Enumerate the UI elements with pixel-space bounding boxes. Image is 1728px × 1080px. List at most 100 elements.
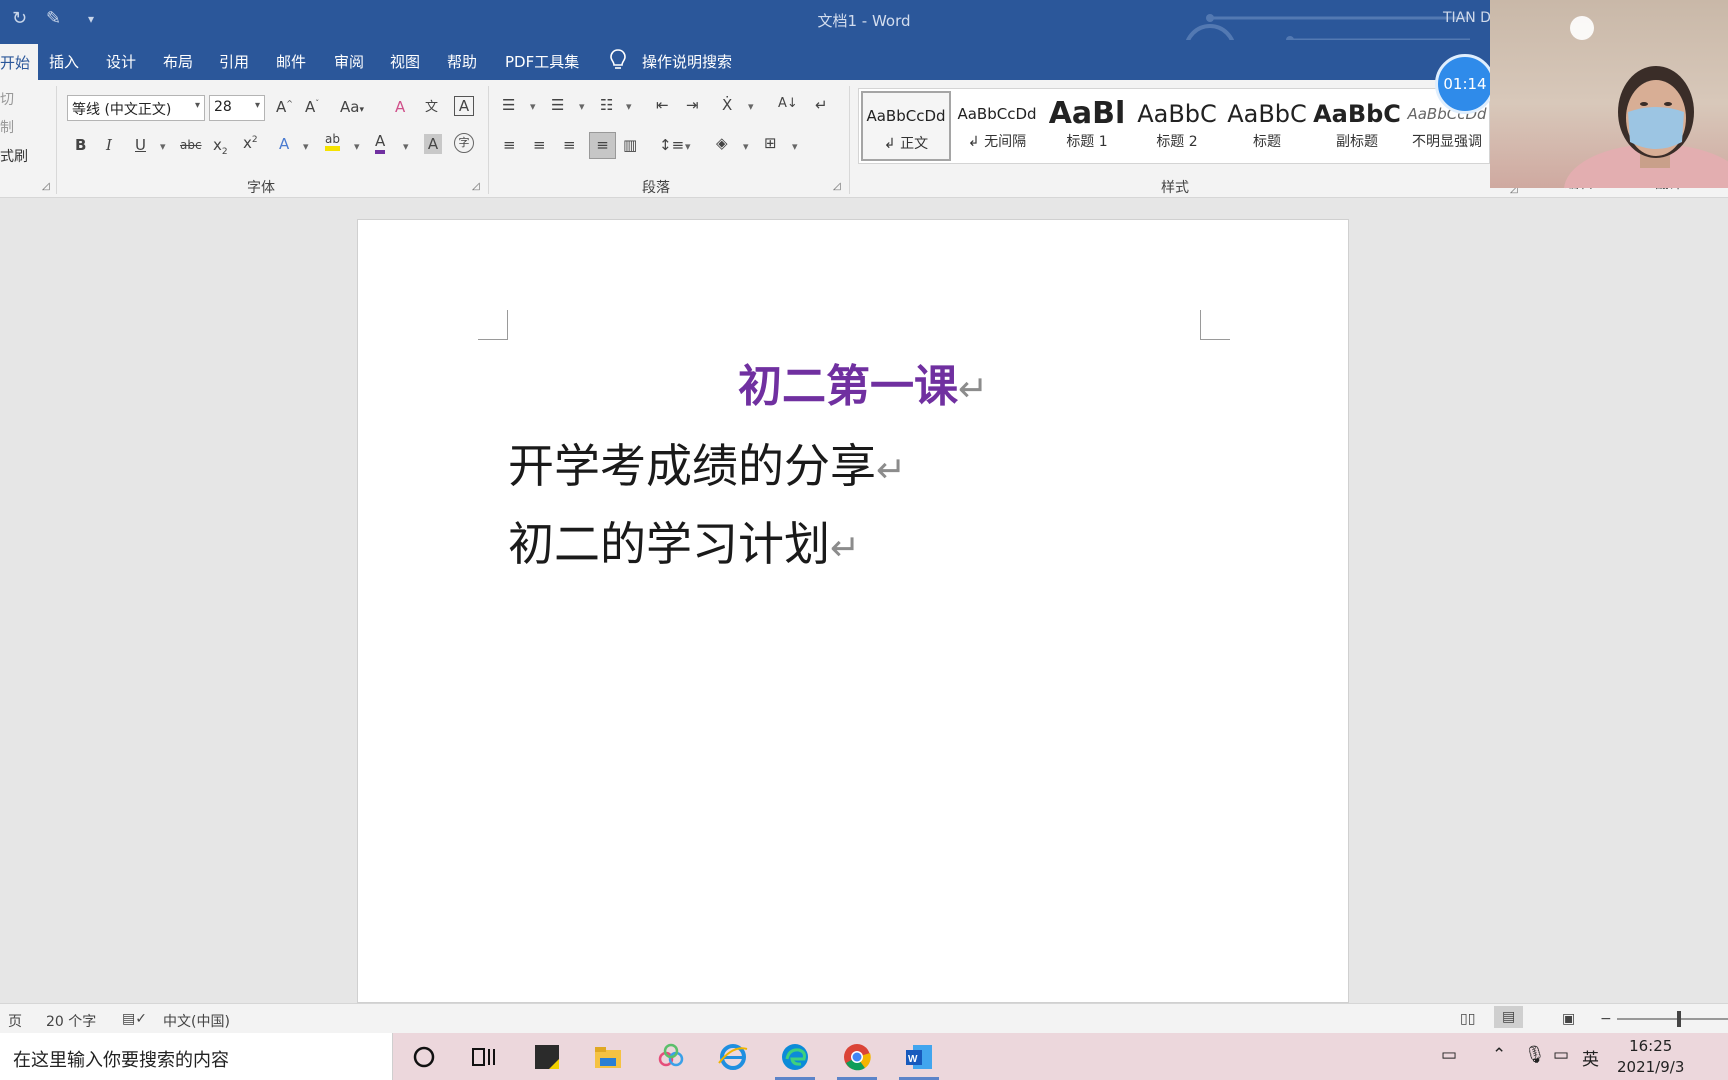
chevron-down-icon[interactable]: ▾ <box>685 140 691 153</box>
chrome-icon[interactable] <box>841 1041 873 1073</box>
clear-formatting-icon[interactable]: A <box>395 98 405 116</box>
taskbar-search[interactable]: 在这里输入你要搜索的内容 <box>0 1033 393 1080</box>
multilevel-list-icon[interactable]: ☷ <box>600 96 613 114</box>
font-color-icon[interactable]: A <box>375 132 386 154</box>
grow-font-icon[interactable]: A^ <box>276 98 293 116</box>
strikethrough-icon[interactable]: abc <box>180 138 202 152</box>
style-heading-2[interactable]: AaBbC 标题 2 <box>1132 91 1222 161</box>
system-clock[interactable]: 16:25 2021/9/3 <box>1617 1036 1684 1078</box>
zoom-out-icon[interactable]: − <box>1600 1011 1612 1027</box>
battery-icon[interactable]: ▭ <box>1553 1045 1569 1065</box>
font-name-dropdown[interactable]: 等线 (中文正文) ▾ <box>67 95 205 121</box>
italic-icon[interactable]: I <box>106 136 112 154</box>
chevron-down-icon[interactable]: ▾ <box>748 100 754 113</box>
font-launcher-icon[interactable]: ◿ <box>472 181 480 192</box>
cut-button[interactable]: 剪切 <box>0 89 14 109</box>
chevron-down-icon[interactable]: ▾ <box>743 140 749 153</box>
print-layout-icon[interactable]: ▤ <box>1494 1006 1524 1028</box>
ime-indicator[interactable]: 英 <box>1582 1045 1599 1070</box>
align-right-icon[interactable]: ≡ <box>563 136 576 154</box>
chevron-down-icon[interactable]: ▾ <box>579 100 585 113</box>
tab-view[interactable]: 视图 <box>390 51 420 72</box>
bold-icon[interactable]: B <box>75 136 86 154</box>
tab-layout[interactable]: 布局 <box>163 51 193 72</box>
sort-icon[interactable]: A↓ <box>778 96 798 111</box>
style-no-spacing[interactable]: AaBbCcDd ↲ 无间隔 <box>952 91 1042 161</box>
superscript-icon[interactable]: x2 <box>243 134 258 152</box>
increase-indent-icon[interactable]: ⇥ <box>686 96 699 114</box>
character-border-icon[interactable]: A <box>454 96 474 116</box>
document-heading[interactable]: 初二第一课↵ <box>738 350 988 414</box>
underline-icon[interactable]: U <box>135 136 146 154</box>
chevron-down-icon[interactable]: ▾ <box>303 140 309 153</box>
style-heading-1[interactable]: AaBl 标题 1 <box>1042 91 1132 161</box>
text-effects-icon[interactable]: A <box>279 135 289 153</box>
line-spacing-icon[interactable]: ↕≡ <box>659 136 684 154</box>
shrink-font-icon[interactable]: Aˇ <box>305 98 319 116</box>
chevron-down-icon[interactable]: ▾ <box>530 100 536 113</box>
microphone-icon[interactable]: 🎙 <box>1524 1045 1546 1065</box>
copy-button[interactable]: 复制 <box>0 117 14 137</box>
paragraph-launcher-icon[interactable]: ◿ <box>833 181 841 192</box>
user-name[interactable]: TIAN D <box>1443 10 1491 26</box>
style-normal[interactable]: AaBbCcDd ↲ 正文 <box>861 91 951 161</box>
bullets-icon[interactable]: ☰ <box>502 96 515 114</box>
word-count[interactable]: 20 个字 <box>46 1011 96 1031</box>
tell-me-search[interactable]: 操作说明搜索 <box>642 51 732 72</box>
align-left-icon[interactable]: ≡ <box>503 136 516 154</box>
zoom-slider-thumb[interactable] <box>1677 1011 1681 1027</box>
change-case-icon[interactable]: Aa▾ <box>340 98 364 116</box>
show-hide-marks-icon[interactable]: ↵ <box>815 96 828 114</box>
font-size-dropdown[interactable]: 28 ▾ <box>209 95 265 121</box>
tab-review[interactable]: 审阅 <box>334 51 364 72</box>
read-mode-icon[interactable]: ▯▯ <box>1460 1011 1475 1027</box>
tab-pdf-tools[interactable]: PDF工具集 <box>505 51 579 72</box>
chevron-down-icon[interactable]: ▾ <box>160 140 166 153</box>
asian-layout-icon[interactable]: Ẋ <box>722 96 732 114</box>
tab-home[interactable]: 开始 <box>0 44 39 80</box>
subscript-icon[interactable]: x2 <box>213 136 228 157</box>
proofing-icon[interactable]: ▤✓ <box>122 1011 147 1027</box>
cortana-icon[interactable] <box>408 1041 440 1073</box>
document-line[interactable]: 初二的学习计划↵ <box>508 508 860 574</box>
phonetic-guide-icon[interactable]: 文 <box>425 96 438 115</box>
shading-icon[interactable]: ◈ <box>716 134 728 152</box>
style-title[interactable]: AaBbC 标题 <box>1222 91 1312 161</box>
borders-icon[interactable]: ⊞ <box>764 134 777 152</box>
web-layout-icon[interactable]: ▣ <box>1562 1011 1575 1027</box>
clipboard-launcher-icon[interactable]: ◿ <box>42 181 50 192</box>
align-center-icon[interactable]: ≡ <box>533 136 546 154</box>
zoom-slider[interactable] <box>1617 1018 1728 1020</box>
news-widget-icon[interactable]: ▭ <box>1441 1045 1457 1065</box>
character-shading-icon[interactable]: A <box>424 134 442 154</box>
document-line[interactable]: 开学考成绩的分享↵ <box>508 430 906 496</box>
internet-explorer-icon[interactable] <box>717 1041 749 1073</box>
document-page[interactable]: 初二第一课↵ 开学考成绩的分享↵ 初二的学习计划↵ <box>357 219 1349 1003</box>
task-view-icon[interactable] <box>468 1041 500 1073</box>
app-cloud-icon[interactable] <box>655 1041 687 1073</box>
decrease-indent-icon[interactable]: ⇤ <box>656 96 669 114</box>
highlight-icon[interactable]: ab <box>325 132 340 151</box>
tab-mailings[interactable]: 邮件 <box>276 51 306 72</box>
chevron-down-icon[interactable]: ▾ <box>626 100 632 113</box>
sticky-notes-icon[interactable] <box>531 1041 563 1073</box>
format-painter-button[interactable]: 格式刷 <box>0 146 28 166</box>
enclose-characters-icon[interactable]: 字 <box>454 133 474 153</box>
page-count[interactable]: 页 <box>8 1011 22 1031</box>
tab-references[interactable]: 引用 <box>219 51 249 72</box>
numbering-icon[interactable]: ☰ <box>551 96 564 114</box>
edge-icon[interactable] <box>779 1041 811 1073</box>
chevron-down-icon[interactable]: ▾ <box>403 140 409 153</box>
language-indicator[interactable]: 中文(中国) <box>163 1011 230 1031</box>
style-subtitle[interactable]: AaBbC 副标题 <box>1312 91 1402 161</box>
tab-help[interactable]: 帮助 <box>447 51 477 72</box>
justify-icon[interactable]: ≡ <box>589 132 616 159</box>
chevron-up-icon[interactable]: ⌃ <box>1492 1045 1506 1065</box>
file-explorer-icon[interactable] <box>592 1041 624 1073</box>
word-icon[interactable]: W <box>903 1041 935 1073</box>
chevron-down-icon[interactable]: ▾ <box>792 140 798 153</box>
distributed-icon[interactable]: ▥ <box>623 136 637 154</box>
tab-design[interactable]: 设计 <box>106 51 136 72</box>
tab-insert[interactable]: 插入 <box>49 51 79 72</box>
chevron-down-icon[interactable]: ▾ <box>354 140 360 153</box>
